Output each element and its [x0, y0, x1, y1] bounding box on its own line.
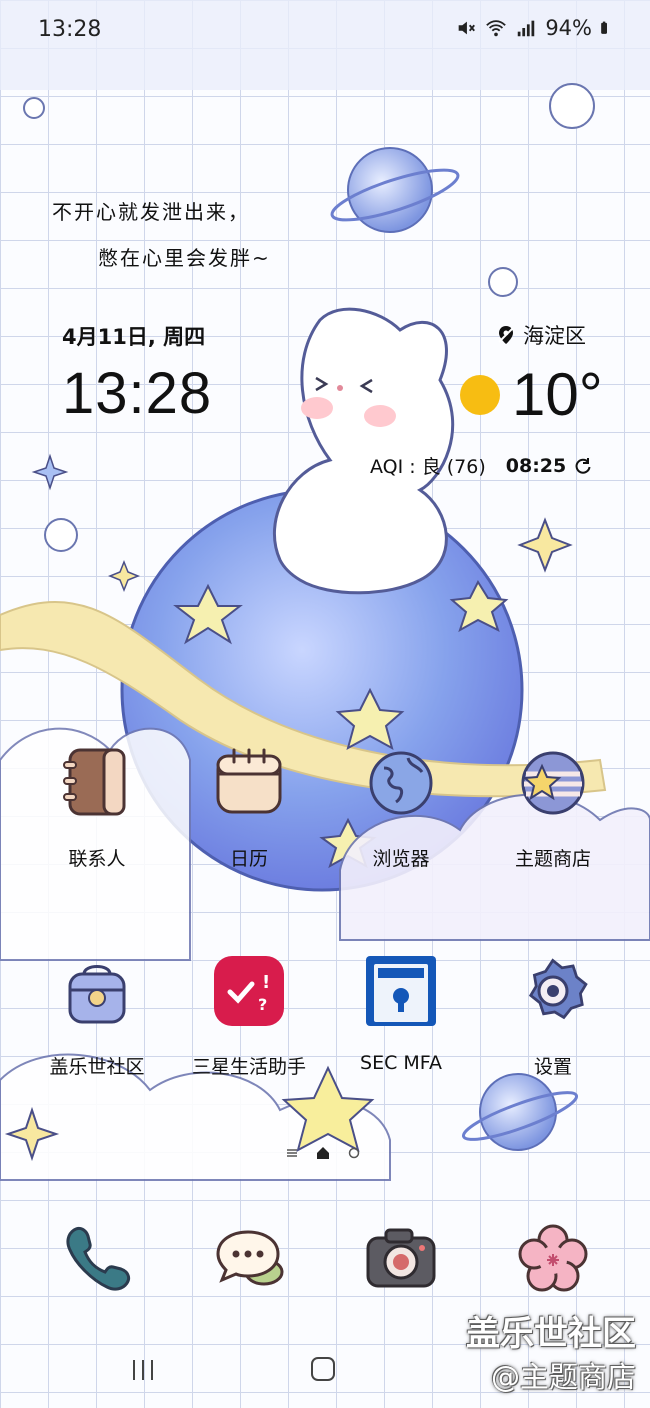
- watermark-line1: 盖乐世社区: [466, 1314, 636, 1354]
- mute-icon: [458, 21, 476, 35]
- camera-icon: [366, 1228, 436, 1288]
- recent-apps-icon[interactable]: [130, 1358, 156, 1382]
- wifi-icon: [486, 20, 507, 37]
- widget-clock[interactable]: 13:28: [62, 360, 212, 427]
- contacts-icon: [63, 748, 126, 816]
- weather-details: AQI : 良 (76) 08:25: [370, 452, 592, 479]
- calendar-icon: [216, 748, 282, 814]
- app-label: 浏览器: [372, 848, 430, 870]
- list-page-icon: [287, 1149, 297, 1157]
- app-community[interactable]: 盖乐世社区: [22, 954, 172, 1079]
- widget-location[interactable]: 海淀区: [497, 320, 586, 350]
- weather-current[interactable]: 10°: [460, 360, 603, 429]
- wallpaper-quote-line1: 不开心就发泄出来，: [52, 200, 250, 224]
- svg-text:!: !: [262, 972, 270, 993]
- app-contacts[interactable]: 联系人: [22, 746, 172, 871]
- status-bar: 13:28 94%: [0, 0, 650, 60]
- app-life-assistant[interactable]: ! ? 三星生活助手: [174, 954, 324, 1079]
- sun-icon: [460, 374, 500, 415]
- signal-icon: [518, 20, 535, 37]
- settings-icon: [528, 958, 588, 1020]
- app-label: 设置: [533, 1056, 572, 1078]
- app-label: SEC MFA: [360, 1052, 442, 1074]
- update-time: 08:25: [505, 454, 567, 477]
- app-label: 联系人: [68, 848, 126, 870]
- messages-icon: [216, 1230, 284, 1286]
- app-settings[interactable]: 设置: [478, 954, 628, 1079]
- location-pin-icon: [498, 326, 514, 344]
- battery-percent: 94%: [545, 16, 592, 40]
- sec-mfa-icon: [366, 956, 436, 1026]
- battery-icon: [601, 21, 607, 34]
- app-calendar[interactable]: 日历: [174, 746, 324, 871]
- dock-gallery[interactable]: [478, 1220, 628, 1302]
- status-icons: 94%: [455, 16, 614, 40]
- dock-phone[interactable]: [22, 1220, 172, 1302]
- page-dot-icon: [348, 1147, 360, 1159]
- widget-date[interactable]: 4月11日, 周四: [62, 321, 205, 351]
- home-button-icon[interactable]: [310, 1356, 336, 1382]
- app-label: 三星生活助手: [191, 1056, 306, 1078]
- aqi-label: AQI : 良 (76): [370, 456, 486, 478]
- watermark-line2: @主题商店: [490, 1360, 636, 1394]
- page-indicator[interactable]: [286, 1146, 360, 1160]
- gallery-icon: [518, 1224, 588, 1292]
- app-sec-mfa[interactable]: SEC MFA: [326, 954, 476, 1074]
- update-time-group[interactable]: 08:25: [506, 455, 592, 477]
- temperature: 10°: [512, 361, 603, 428]
- dock-messages[interactable]: [174, 1220, 324, 1302]
- app-label: 主题商店: [514, 848, 591, 870]
- theme-store-icon: [521, 751, 585, 815]
- location-label: 海淀区: [523, 324, 586, 348]
- life-assistant-icon: ! ?: [214, 956, 284, 1026]
- app-theme-store[interactable]: 主题商店: [478, 746, 628, 871]
- refresh-icon[interactable]: [574, 457, 592, 475]
- browser-icon: [369, 751, 433, 815]
- phone-icon: [66, 1226, 131, 1291]
- community-icon: [68, 965, 126, 1024]
- app-browser[interactable]: 浏览器: [326, 746, 476, 871]
- home-page-icon: [317, 1147, 329, 1159]
- svg-text:?: ?: [258, 995, 267, 1014]
- app-label: 盖乐世社区: [49, 1056, 145, 1078]
- wallpaper-quote-line2: 憋在心里会发胖~: [98, 246, 271, 270]
- app-label: 日历: [229, 848, 268, 870]
- status-time: 13:28: [38, 17, 102, 42]
- dock-camera[interactable]: [326, 1220, 476, 1302]
